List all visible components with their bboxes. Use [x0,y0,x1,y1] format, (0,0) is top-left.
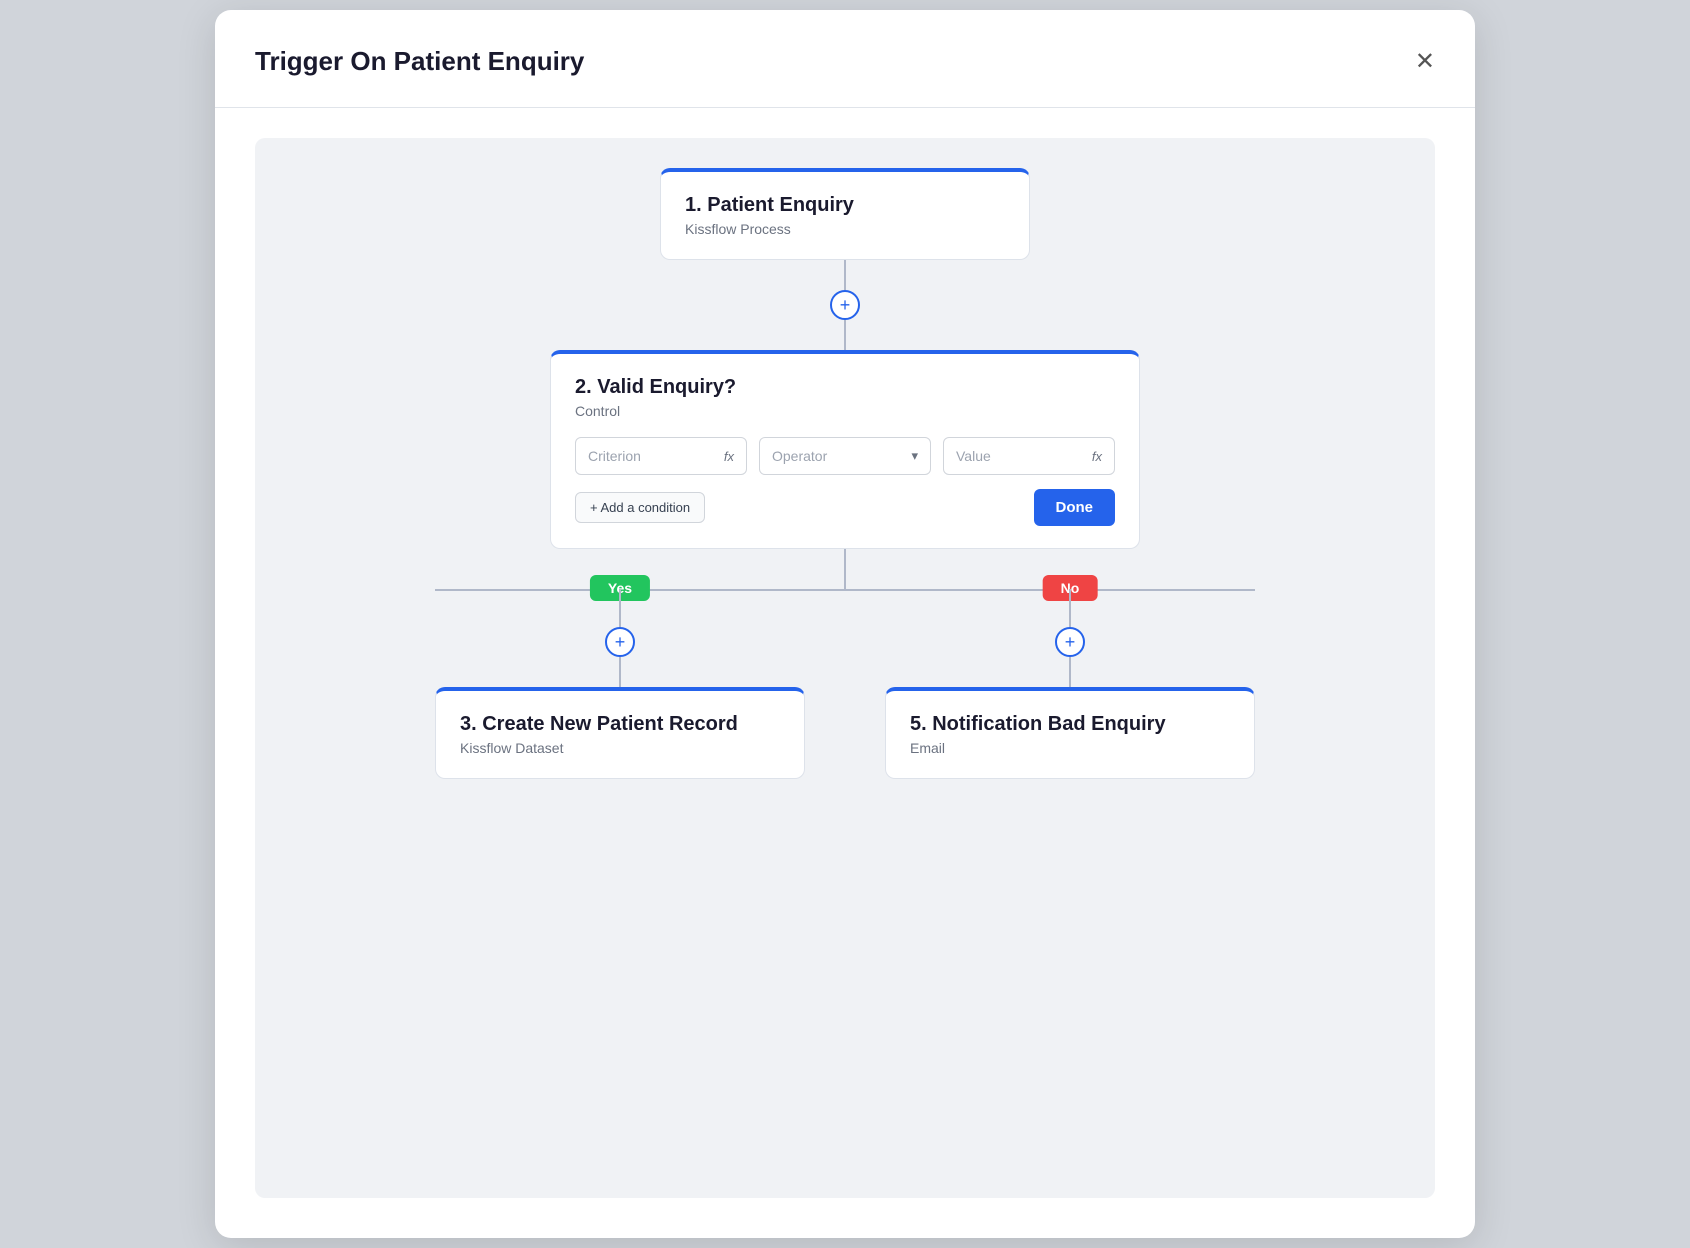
flow-canvas: 1. Patient Enquiry Kissflow Process + 2.… [255,138,1435,1198]
v-seg-right-2 [1069,657,1071,687]
done-button[interactable]: Done [1034,489,1116,526]
node-2[interactable]: 2. Valid Enquiry? Control Criterion fx O… [550,350,1140,549]
connector-2-branch [844,549,846,589]
node-5-subtitle: Email [910,740,1230,756]
node-5-title: 5. Notification Bad Enquiry [910,713,1230,736]
node-2-subtitle: Control [575,403,1115,419]
operator-field[interactable]: Operator ▾ [759,437,931,475]
branch-container: Yes No + 3. Create New Patient Record Ki… [295,589,1395,869]
node-5[interactable]: 5. Notification Bad Enquiry Email [885,687,1255,779]
add-icon-yes: + [615,632,626,653]
value-field[interactable]: Value fx [943,437,1115,475]
value-fx-icon: fx [1092,449,1102,464]
right-arm: + 5. Notification Bad Enquiry Email [885,589,1255,779]
v-seg-left-1 [619,589,621,627]
divider [215,107,1475,108]
connector-1-2-bottom [844,320,846,350]
node-1-subtitle: Kissflow Process [685,221,1005,237]
value-placeholder: Value [956,448,991,464]
add-icon-1: + [840,295,851,316]
node-3-title: 3. Create New Patient Record [460,713,780,736]
close-button[interactable]: ✕ [1415,50,1435,74]
add-step-yes[interactable]: + [605,627,635,657]
node-1[interactable]: 1. Patient Enquiry Kissflow Process [660,168,1030,260]
modal-header: Trigger On Patient Enquiry ✕ [255,46,1435,77]
add-step-no[interactable]: + [1055,627,1085,657]
modal: Trigger On Patient Enquiry ✕ 1. Patient … [215,10,1475,1238]
v-seg-left-2 [619,657,621,687]
v-seg-right-1 [1069,589,1071,627]
operator-chevron-icon: ▾ [911,448,918,464]
node-1-title: 1. Patient Enquiry [685,194,1005,217]
control-fields: Criterion fx Operator ▾ Value fx [575,437,1115,475]
add-step-1[interactable]: + [830,290,860,320]
connector-1-2-top [844,260,846,290]
add-condition-button[interactable]: + Add a condition [575,492,705,523]
control-footer: + Add a condition Done [575,489,1115,526]
node-2-title: 2. Valid Enquiry? [575,376,1115,399]
add-icon-no: + [1065,632,1076,653]
criterion-field[interactable]: Criterion fx [575,437,747,475]
criterion-fx-icon: fx [724,449,734,464]
node-3-subtitle: Kissflow Dataset [460,740,780,756]
modal-title: Trigger On Patient Enquiry [255,46,584,77]
flow-center: 1. Patient Enquiry Kissflow Process + 2.… [275,168,1415,869]
criterion-placeholder: Criterion [588,448,641,464]
left-arm: + 3. Create New Patient Record Kissflow … [435,589,805,779]
operator-placeholder: Operator [772,448,827,464]
node-3[interactable]: 3. Create New Patient Record Kissflow Da… [435,687,805,779]
